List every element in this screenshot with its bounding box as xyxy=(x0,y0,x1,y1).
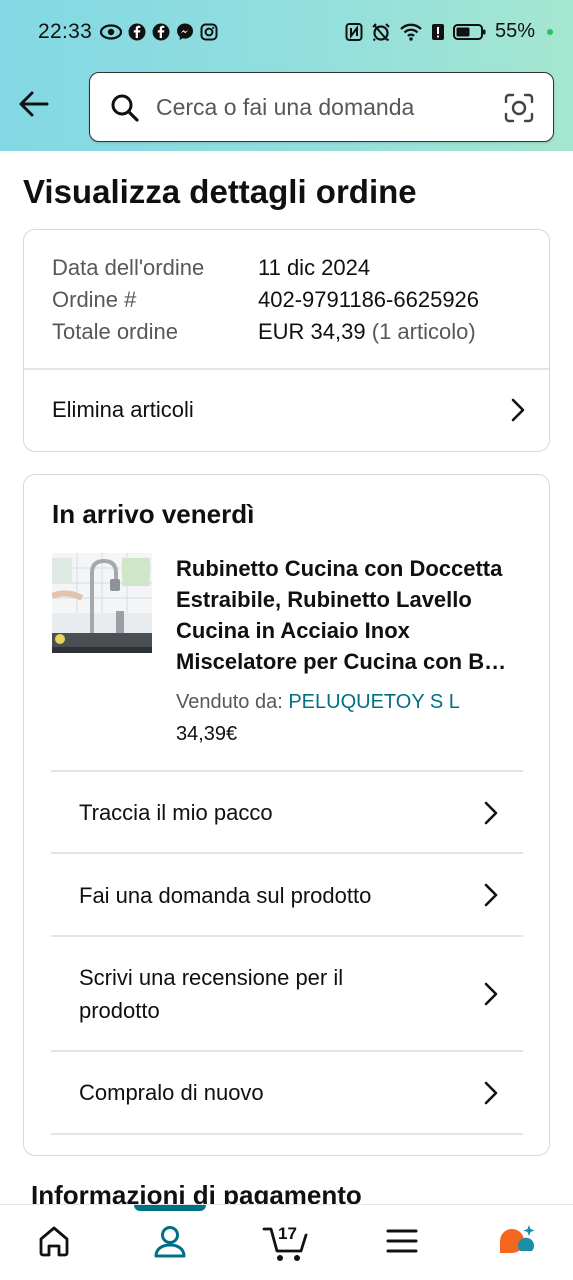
seller-info: Venduto da: PELUQUETOY S L xyxy=(176,691,460,714)
order-number-value: 402-9791186-6625926 xyxy=(258,287,480,312)
arrow-left-icon xyxy=(19,91,49,117)
notification-icons xyxy=(100,22,218,42)
order-date-value: 11 dic 2024 xyxy=(258,255,371,280)
shipment-title: In arrivo venerdì xyxy=(52,499,255,529)
seller-link[interactable]: PELUQUETOY S L xyxy=(288,691,460,713)
order-date-row: Data dell'ordine 11 dic 2024 xyxy=(52,252,479,284)
write-review-link[interactable]: Scrivi una recensione per il prodotto xyxy=(79,937,519,1050)
back-button[interactable] xyxy=(16,86,56,122)
order-details: Data dell'ordine 11 dic 2024 Ordine # 40… xyxy=(52,252,479,348)
order-item-count: (1 articolo) xyxy=(371,319,476,344)
chevron-right-icon xyxy=(484,1081,498,1104)
nav-home[interactable] xyxy=(36,1223,72,1264)
shipment-card: In arrivo venerdì Rubinetto Cucina con D… xyxy=(23,474,550,1156)
search-icon xyxy=(111,94,139,122)
wifi-icon xyxy=(400,23,422,41)
order-date-label: Data dell'ordine xyxy=(52,255,205,280)
order-total-amount: EUR 34,39 xyxy=(258,319,366,344)
divider xyxy=(51,1133,523,1135)
alert-icon xyxy=(431,23,444,40)
sold-by-label: Venduto da: xyxy=(176,691,283,713)
order-total-value: EUR 34,39 (1 articolo) xyxy=(258,319,476,345)
track-package-label: Traccia il mio pacco xyxy=(79,800,273,825)
order-total-label: Totale ordine xyxy=(52,319,178,344)
rufus-icon xyxy=(500,1225,535,1253)
ask-product-question-link[interactable]: Fai una domanda sul prodotto xyxy=(79,854,519,936)
order-total-row: Totale ordine EUR 34,39 (1 articolo) xyxy=(52,316,479,348)
buy-again-link[interactable]: Compralo di nuovo xyxy=(79,1052,519,1133)
battery-percentage: 55% xyxy=(494,20,535,42)
order-summary-card: Data dell'ordine 11 dic 2024 Ordine # 40… xyxy=(23,229,550,452)
nav-menu[interactable] xyxy=(384,1223,420,1264)
home-icon xyxy=(39,1226,69,1257)
nav-account[interactable] xyxy=(151,1223,189,1266)
product-title[interactable]: Rubinetto Cucina con Doccetta Estraibile… xyxy=(176,553,531,677)
status-time: 22:33 xyxy=(38,20,93,43)
search-bar[interactable]: Cerca o fai una domanda xyxy=(89,72,554,142)
product-price: 34,39€ xyxy=(176,723,238,745)
system-icons: 55% xyxy=(345,20,553,43)
privacy-indicator xyxy=(547,28,553,35)
search-input[interactable]: Cerca o fai una domanda xyxy=(156,94,414,121)
delete-items-label: Elimina articoli xyxy=(52,397,194,422)
facebook-icon xyxy=(152,23,170,41)
status-bar: 22:33 55% xyxy=(0,0,573,66)
eye-icon xyxy=(100,24,122,40)
alarm-icon xyxy=(372,22,390,41)
camera-search-icon[interactable] xyxy=(503,92,535,124)
order-number-row: Ordine # 402-9791186-6625926 xyxy=(52,284,479,316)
kitchen-faucet-image xyxy=(52,553,152,653)
delete-items-link[interactable]: Elimina articoli xyxy=(24,369,548,451)
chevron-right-icon xyxy=(484,883,498,907)
battery-icon xyxy=(452,23,486,40)
page-title: Visualizza dettagli ordine xyxy=(23,173,417,210)
menu-icon xyxy=(386,1229,418,1253)
instagram-icon xyxy=(200,23,218,41)
order-number-label: Ordine # xyxy=(52,287,137,312)
track-package-link[interactable]: Traccia il mio pacco xyxy=(79,772,519,853)
chevron-right-icon xyxy=(511,398,525,422)
active-tab-indicator xyxy=(134,1205,206,1211)
buy-again-label: Compralo di nuovo xyxy=(79,1080,264,1105)
nav-rufus[interactable] xyxy=(496,1223,538,1268)
nfc-icon xyxy=(345,22,363,41)
chevron-right-icon xyxy=(484,801,498,824)
write-review-label: Scrivi una recensione per il prodotto xyxy=(79,964,344,1023)
facebook-icon xyxy=(128,23,146,41)
cart-count: 17 xyxy=(278,1224,297,1243)
chevron-right-icon xyxy=(484,982,498,1005)
app-header: 22:33 55% Cerca o fai una domanda xyxy=(0,0,573,151)
account-icon xyxy=(154,1226,186,1258)
product-image[interactable] xyxy=(52,553,152,653)
ask-product-question-label: Fai una domanda sul prodotto xyxy=(79,882,372,908)
messenger-icon xyxy=(177,23,193,40)
